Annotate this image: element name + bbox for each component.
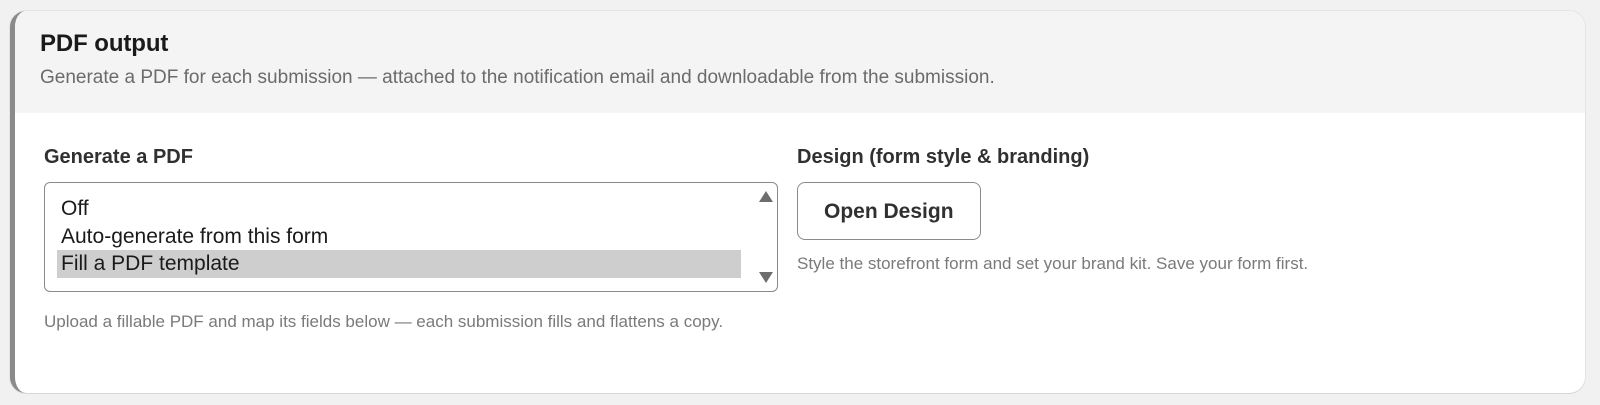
generate-pdf-listbox[interactable]: Off Auto-generate from this form Fill a … (44, 182, 778, 292)
pdf-output-card: PDF output Generate a PDF for each submi… (10, 11, 1585, 393)
generate-pdf-help: Upload a fillable PDF and map its fields… (44, 312, 724, 331)
scroll-down-arrow-icon[interactable] (759, 272, 773, 283)
card-header: PDF output Generate a PDF for each submi… (15, 11, 1585, 113)
option-auto-generate[interactable]: Auto-generate from this form (57, 223, 741, 251)
generate-pdf-group: Generate a PDF Off Auto-generate from th… (44, 145, 779, 338)
scroll-up-arrow-icon[interactable] (759, 191, 773, 202)
design-help: Style the storefront form and set your b… (797, 254, 1309, 273)
section-subtitle: Generate a PDF for each submission — att… (40, 67, 995, 88)
card-body: Generate a PDF Off Auto-generate from th… (15, 113, 1585, 393)
listbox-scrollbar[interactable] (759, 189, 773, 285)
option-off[interactable]: Off (57, 195, 741, 223)
open-design-button[interactable]: Open Design (797, 182, 981, 240)
design-label: Design (form style & branding) (797, 146, 1090, 168)
generate-pdf-label: Generate a PDF (44, 146, 193, 168)
option-fill-template[interactable]: Fill a PDF template (57, 250, 741, 278)
design-group: Design (form style & branding) Open Desi… (797, 145, 1497, 276)
section-title: PDF output (40, 30, 169, 57)
